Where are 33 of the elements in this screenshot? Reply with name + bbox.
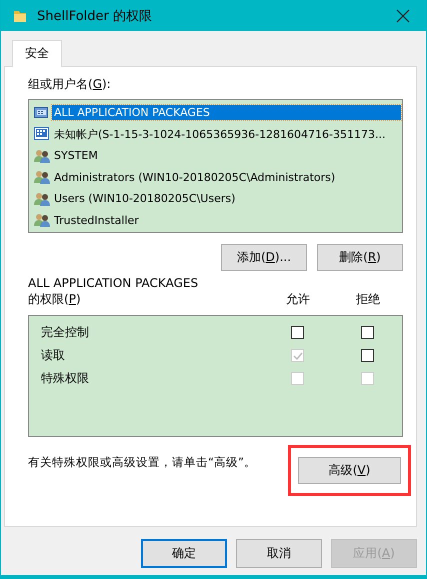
label: 的权限(P) xyxy=(28,291,82,307)
users-icon xyxy=(34,148,50,164)
account-icon xyxy=(34,126,50,142)
advanced-button[interactable]: 高级(V) xyxy=(298,457,401,484)
button[interactable]: 删除(R) xyxy=(317,244,403,271)
checkbox[interactable] xyxy=(290,326,304,339)
hint-text: 有关特殊权限或高级设置，请单击“高级”。 xyxy=(28,455,256,470)
list-item[interactable]: SYSTEM xyxy=(52,148,100,164)
checkbox[interactable] xyxy=(360,326,374,339)
users-icon xyxy=(34,212,50,228)
column-header: 允许 xyxy=(285,291,311,307)
permissions-title: ALL APPLICATION PACKAGES xyxy=(28,275,200,291)
permission-name: 特殊权限 xyxy=(41,370,90,387)
list-item[interactable]: TrustedInstaller xyxy=(52,212,141,228)
list-item[interactable]: Administrators (WIN10-20180205C\Administrators) xyxy=(52,170,338,185)
tab[interactable]: 安全 xyxy=(12,40,62,67)
window-title: ShellFolder 的权限 xyxy=(37,8,154,24)
checkbox[interactable] xyxy=(360,349,374,362)
list-item[interactable]: Users (WIN10-20180205C\Users) xyxy=(52,191,238,206)
button[interactable]: 添加(D)... xyxy=(221,244,307,271)
permission-name: 读取 xyxy=(41,347,66,364)
permission-name: 完全控制 xyxy=(41,324,90,341)
label: 组或用户名(G): xyxy=(28,76,112,93)
button[interactable]: 确定 xyxy=(141,539,227,568)
users-icon xyxy=(34,169,50,186)
list-item[interactable]: ALL APPLICATION PACKAGES xyxy=(52,105,401,120)
list-item[interactable]: 未知帐户(S-1-15-3-1024-1065365936-1281604716-351173... xyxy=(52,126,388,143)
group-list[interactable]: ALL APPLICATION PACKAGES 未知帐户(S-1-15-3-1024-1065365936-1281604716-351173... SYSTEM Administrators (WIN10-20180205C\Administrators) Users (WIN10-20180205C\Users) TrustedInstaller xyxy=(28,99,403,233)
package-icon xyxy=(34,104,50,121)
users-icon xyxy=(34,190,50,207)
column-header: 拒绝 xyxy=(355,291,381,307)
close-icon xyxy=(396,8,410,22)
button[interactable]: 取消 xyxy=(236,539,322,568)
